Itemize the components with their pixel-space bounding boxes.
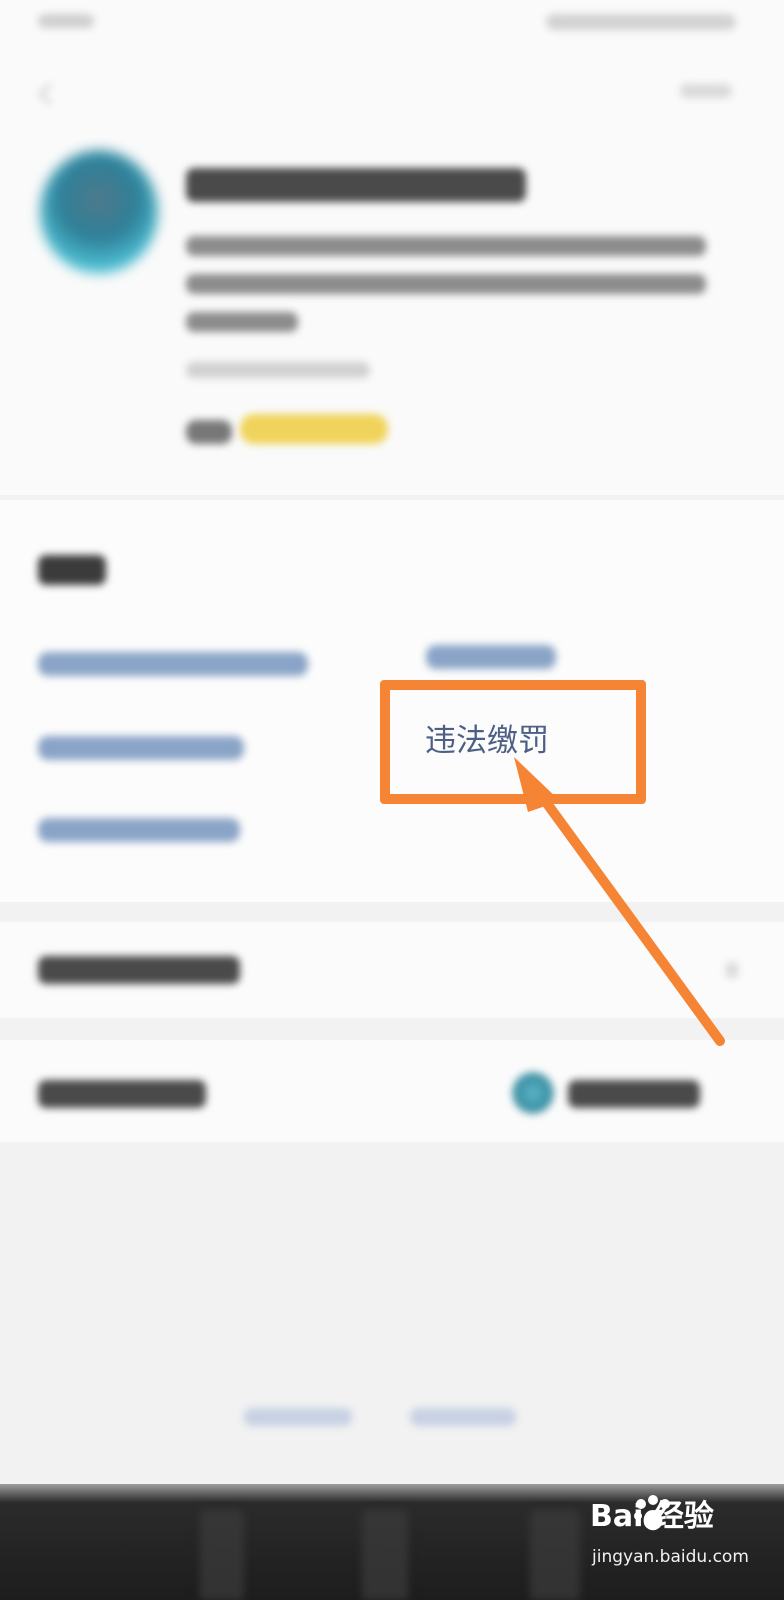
more-icon[interactable] <box>680 84 732 98</box>
status-indicators <box>546 14 736 30</box>
list-row-label <box>38 956 240 984</box>
nav-item[interactable] <box>362 1510 408 1600</box>
list-row-label <box>38 1080 206 1108</box>
footer-link[interactable] <box>410 1408 516 1426</box>
watermark-url: jingyan.baidu.com <box>592 1547 749 1567</box>
account-tag <box>186 420 232 444</box>
account-meta <box>186 362 370 378</box>
list-row-value <box>568 1080 700 1108</box>
account-description-line <box>186 274 706 294</box>
verification-badge <box>240 414 388 444</box>
back-icon-svg <box>38 83 52 105</box>
account-description-line <box>186 312 298 332</box>
nav-item[interactable] <box>530 1510 580 1600</box>
footer-link[interactable] <box>244 1408 352 1426</box>
highlight-box <box>380 680 646 804</box>
avatar <box>40 150 158 274</box>
status-time <box>38 14 94 28</box>
account-icon <box>512 1072 554 1114</box>
service-link[interactable] <box>426 645 556 669</box>
back-icon[interactable] <box>34 82 58 106</box>
nav-item[interactable] <box>200 1510 244 1600</box>
service-link[interactable] <box>38 818 240 842</box>
watermark: Bai 经验 jingyan.baidu.com <box>582 1495 768 1588</box>
watermark-brand: Bai 经验 <box>590 1499 714 1534</box>
services-title <box>38 555 106 585</box>
service-link[interactable] <box>38 652 308 676</box>
account-name <box>186 168 526 202</box>
account-description-line <box>186 236 706 256</box>
service-link[interactable] <box>38 736 244 760</box>
chevron-right-icon <box>726 962 738 978</box>
